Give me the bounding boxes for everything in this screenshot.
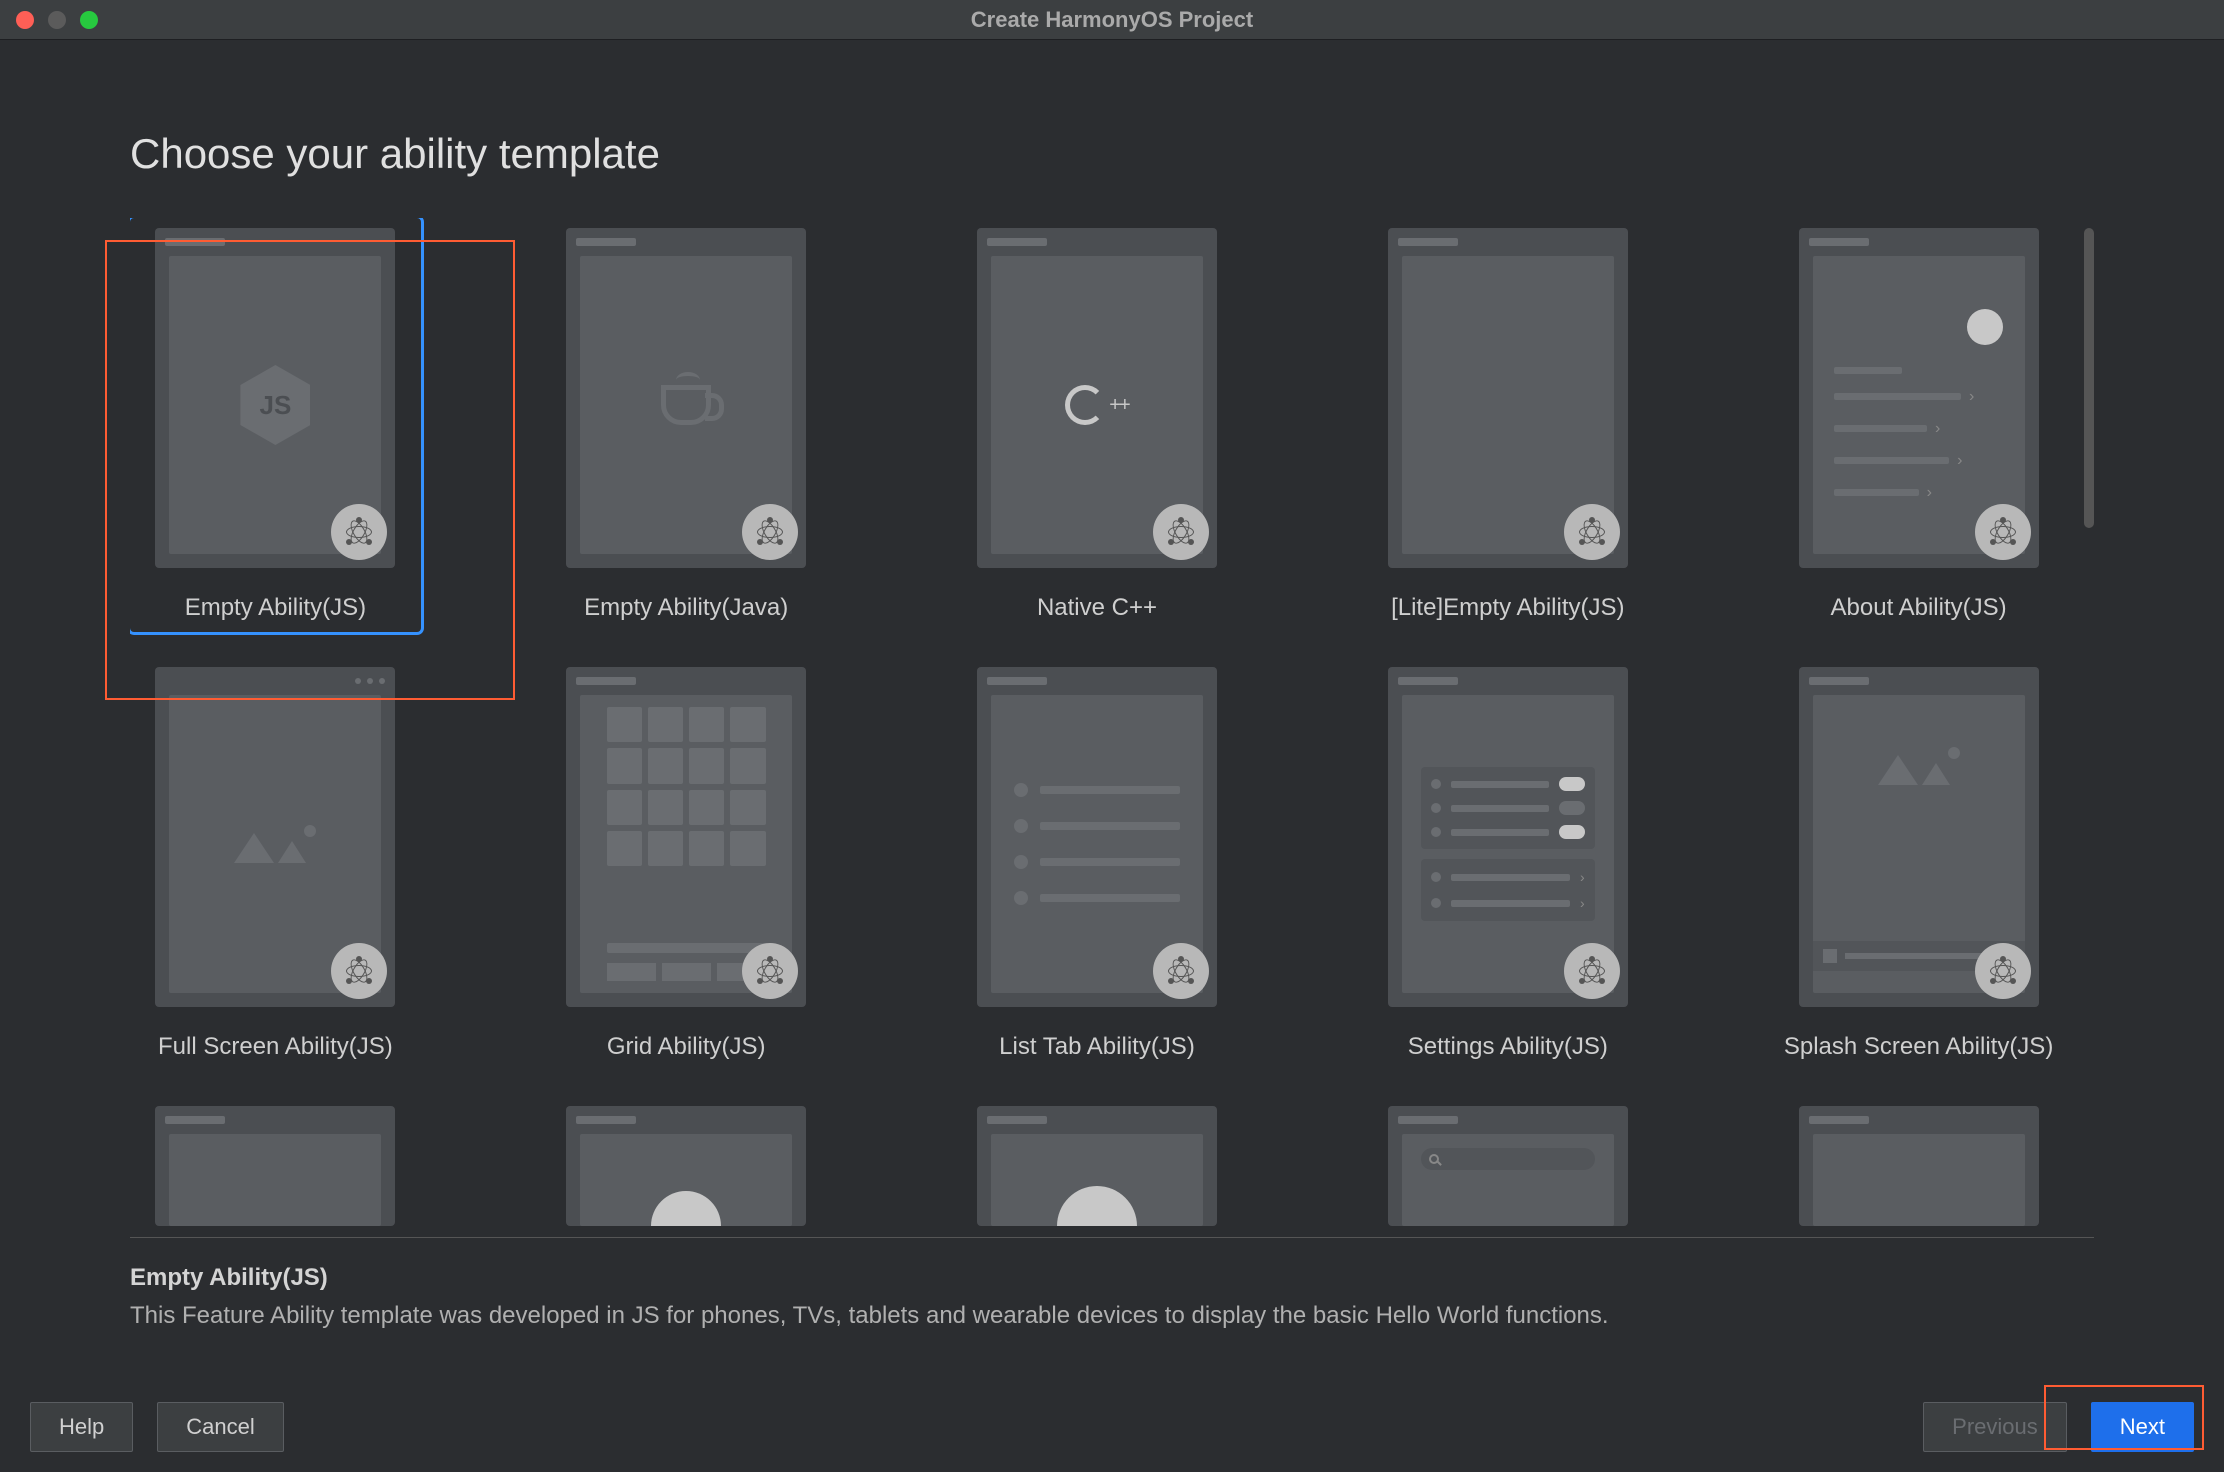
next-button[interactable]: Next [2091,1402,2194,1452]
template-card-grid-js[interactable]: Grid Ability(JS) [541,657,832,1071]
avatar-icon [1057,1186,1137,1226]
window-controls [16,11,98,29]
template-description: Empty Ability(JS) This Feature Ability t… [130,1239,2094,1330]
list-icon [1014,783,1179,905]
scrollbar[interactable] [2084,228,2094,548]
template-card-partial[interactable] [130,1096,421,1236]
template-label: Settings Ability(JS) [1408,1033,1608,1061]
template-label: Grid Ability(JS) [607,1033,766,1061]
template-card-settings-js[interactable]: › › Settings Ability(JS) [1362,657,1653,1071]
atom-icon [742,943,798,999]
wizard-footer: Help Cancel Previous Next [0,1382,2224,1472]
template-card-lite-empty-js[interactable]: [Lite]Empty Ability(JS) [1362,218,1653,632]
scrollbar-thumb[interactable] [2084,228,2094,528]
template-gallery: JS Empty Ability(JS) Empty Ability(Java)… [130,218,2064,1237]
description-text: This Feature Ability template was develo… [130,1302,2094,1330]
titlebar: Create HarmonyOS Project [0,0,2224,40]
coffee-icon [661,385,711,425]
atom-icon [1975,943,2031,999]
template-card-partial[interactable] [952,1096,1243,1236]
template-label: [Lite]Empty Ability(JS) [1391,594,1624,622]
template-label: About Ability(JS) [1831,594,2007,622]
about-preview-icon: › › › › [1834,309,2004,502]
atom-icon [1564,943,1620,999]
description-title: Empty Ability(JS) [130,1264,2094,1292]
grid-icon [607,707,766,866]
template-label: Empty Ability(JS) [185,594,366,622]
previous-button: Previous [1923,1402,2067,1452]
atom-icon [1564,504,1620,560]
image-placeholder-icon [234,825,316,863]
atom-icon [1153,943,1209,999]
template-card-empty-java[interactable]: Empty Ability(Java) [541,218,832,632]
template-label: Native C++ [1037,594,1157,622]
half-circle-icon [651,1191,721,1226]
template-card-splash-js[interactable]: Splash Screen Ability(JS) [1773,657,2064,1071]
template-card-fullscreen-js[interactable]: Full Screen Ability(JS) [130,657,421,1071]
atom-icon [1153,504,1209,560]
settings-icon: › › [1421,767,1595,921]
minimize-icon[interactable] [48,11,66,29]
template-label: Splash Screen Ability(JS) [1784,1033,2053,1061]
cancel-button[interactable]: Cancel [157,1402,283,1452]
splash-icon [1813,717,2025,970]
maximize-icon[interactable] [80,11,98,29]
search-icon [1421,1148,1595,1170]
template-label: List Tab Ability(JS) [999,1033,1195,1061]
template-card-partial[interactable] [541,1096,832,1236]
template-card-about-js[interactable]: › › › › About Ability(JS) [1773,218,2064,632]
cpp-icon: ++ [1065,385,1128,425]
template-card-partial[interactable] [1773,1096,2064,1236]
window-title: Create HarmonyOS Project [0,7,2224,33]
template-label: Empty Ability(Java) [584,594,788,622]
wizard-content: Choose your ability template JS Empty Ab… [0,40,2224,1260]
close-icon[interactable] [16,11,34,29]
template-label: Full Screen Ability(JS) [158,1033,393,1061]
atom-icon [1975,504,2031,560]
page-heading: Choose your ability template [130,130,2094,178]
atom-icon [331,504,387,560]
help-button[interactable]: Help [30,1402,133,1452]
atom-icon [742,504,798,560]
template-card-native-cpp[interactable]: ++ Native C++ [952,218,1243,632]
template-card-list-tab-js[interactable]: List Tab Ability(JS) [952,657,1243,1071]
template-card-partial[interactable] [1362,1096,1653,1236]
template-card-empty-js[interactable]: JS Empty Ability(JS) [130,218,421,632]
js-icon: JS [240,365,310,445]
atom-icon [331,943,387,999]
